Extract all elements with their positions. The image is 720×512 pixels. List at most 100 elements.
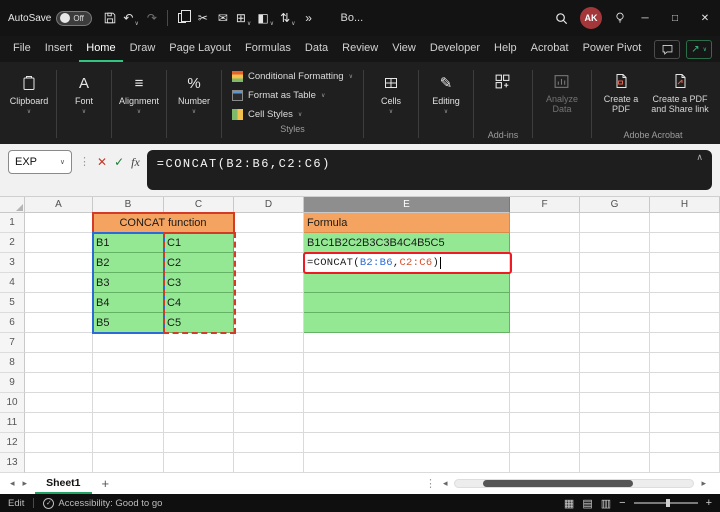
cell[interactable]	[93, 353, 164, 373]
cell-d3[interactable]	[234, 253, 304, 273]
close-button[interactable]: ✕	[690, 0, 720, 36]
cell-b3[interactable]: B2	[93, 253, 164, 273]
cell[interactable]	[164, 373, 234, 393]
cell[interactable]	[650, 413, 720, 433]
cell-e5[interactable]	[304, 293, 510, 313]
create-pdf-share-button[interactable]: Create a PDF and Share link	[648, 69, 712, 115]
cell-e3-active[interactable]: =CONCAT(B2:B6, C2:C6)	[304, 253, 510, 273]
menu-tab-help[interactable]: Help	[487, 36, 524, 62]
cell[interactable]	[580, 413, 650, 433]
column-header-e[interactable]: E	[304, 197, 510, 213]
sheet-nav-left-icon[interactable]: ◂	[6, 478, 19, 489]
lightbulb-icon[interactable]	[610, 0, 630, 36]
column-header-d[interactable]: D	[234, 197, 304, 213]
cell-g5[interactable]	[580, 293, 650, 313]
cell-e4[interactable]	[304, 273, 510, 293]
cell[interactable]	[164, 333, 234, 353]
cell[interactable]	[93, 433, 164, 453]
add-sheet-icon[interactable]: +	[102, 476, 110, 491]
formula-input[interactable]: =CONCAT(B2:B6,C2:C6) ∧	[146, 150, 712, 190]
cell[interactable]	[234, 353, 304, 373]
cell[interactable]	[510, 433, 580, 453]
column-header-b[interactable]: B	[93, 197, 164, 213]
cell-f2[interactable]	[510, 233, 580, 253]
cell-g4[interactable]	[580, 273, 650, 293]
row-header-13[interactable]: 13	[0, 453, 25, 473]
cell-c3[interactable]: C2	[164, 253, 234, 273]
cell[interactable]	[580, 393, 650, 413]
cell-a4[interactable]	[25, 273, 93, 293]
conditional-formatting-button[interactable]: Conditional Formatting ∨	[226, 67, 359, 86]
enter-icon[interactable]: ✓	[114, 150, 124, 174]
cell[interactable]	[580, 433, 650, 453]
cell-d4[interactable]	[234, 273, 304, 293]
column-header-h[interactable]: H	[650, 197, 720, 213]
scroll-right-icon[interactable]: ▸	[697, 478, 710, 489]
cell-a3[interactable]	[25, 253, 93, 273]
cell[interactable]	[234, 413, 304, 433]
cell[interactable]	[25, 333, 93, 353]
row-header-10[interactable]: 10	[0, 393, 25, 413]
cell[interactable]	[93, 453, 164, 473]
zoom-out-icon[interactable]: −	[619, 497, 625, 509]
cell-f5[interactable]	[510, 293, 580, 313]
font-group-button[interactable]: A Font ∨	[59, 65, 109, 144]
cell[interactable]	[304, 413, 510, 433]
cell[interactable]	[25, 373, 93, 393]
cell[interactable]	[93, 373, 164, 393]
undo-icon[interactable]: ↶ ∨	[120, 0, 141, 36]
autosave-toggle-pill[interactable]: Off	[56, 10, 93, 26]
name-box[interactable]: EXP ∨	[8, 150, 72, 174]
cell-d1[interactable]	[234, 213, 304, 233]
cell[interactable]	[234, 333, 304, 353]
cell-e2[interactable]: B1C1B2C2B3C3B4C4B5C5	[304, 233, 510, 253]
cell[interactable]	[93, 413, 164, 433]
cell-a2[interactable]	[25, 233, 93, 253]
column-header-f[interactable]: F	[510, 197, 580, 213]
cell[interactable]	[510, 353, 580, 373]
cell[interactable]	[164, 393, 234, 413]
row-header-9[interactable]: 9	[0, 373, 25, 393]
cell-f3[interactable]	[510, 253, 580, 273]
menu-tab-data[interactable]: Data	[298, 36, 335, 62]
autosave-toggle[interactable]: AutoSave Off	[8, 10, 93, 26]
cell[interactable]	[510, 413, 580, 433]
row-header-5[interactable]: 5	[0, 293, 25, 313]
cell[interactable]	[304, 393, 510, 413]
cell-f6[interactable]	[510, 313, 580, 333]
menu-tab-home[interactable]: Home	[79, 36, 123, 62]
cell[interactable]	[304, 333, 510, 353]
cell[interactable]	[164, 353, 234, 373]
fill-color-icon[interactable]: ◧ ∨	[254, 0, 277, 36]
cell[interactable]	[25, 413, 93, 433]
cell[interactable]	[510, 393, 580, 413]
maximize-button[interactable]: □	[660, 0, 690, 36]
row-header-8[interactable]: 8	[0, 353, 25, 373]
comments-icon[interactable]	[654, 39, 681, 59]
menu-tab-file[interactable]: File	[6, 36, 38, 62]
cell-g1[interactable]	[580, 213, 650, 233]
accessibility-status[interactable]: ✓ Accessibility: Good to go	[43, 497, 162, 509]
alignment-group-button[interactable]: ≡ Alignment ∨	[114, 65, 164, 144]
menu-tab-view[interactable]: View	[385, 36, 423, 62]
row-header-3[interactable]: 3	[0, 253, 25, 273]
redo-icon[interactable]: ↷	[142, 0, 162, 36]
cell[interactable]	[510, 373, 580, 393]
cell-d6[interactable]	[234, 313, 304, 333]
cell-d2[interactable]	[234, 233, 304, 253]
clipboard-group-button[interactable]: Clipboard ∨	[4, 65, 54, 144]
cell[interactable]	[234, 453, 304, 473]
cell[interactable]	[164, 433, 234, 453]
column-header-a[interactable]: A	[25, 197, 93, 213]
sort-icon[interactable]: ⇅ ∨	[277, 0, 298, 36]
sheet-tab-sheet1[interactable]: Sheet1	[35, 473, 92, 494]
cell-e1[interactable]: Formula	[304, 213, 510, 233]
save-icon[interactable]	[100, 0, 120, 36]
cancel-icon[interactable]: ✕	[97, 150, 107, 174]
cell[interactable]	[580, 453, 650, 473]
cell-h4[interactable]	[650, 273, 720, 293]
cell-h6[interactable]	[650, 313, 720, 333]
cell[interactable]	[234, 433, 304, 453]
mail-icon[interactable]: ✉	[213, 0, 233, 36]
cell-a5[interactable]	[25, 293, 93, 313]
